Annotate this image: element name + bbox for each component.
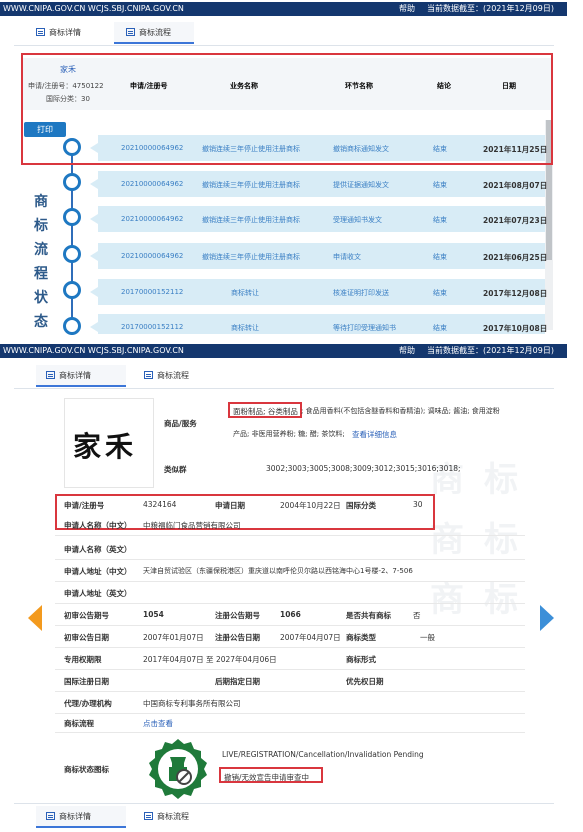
divider <box>55 691 525 692</box>
intl-reg-date-label: 国际注册日期 <box>64 677 109 686</box>
data-date: 当前数据截至：(2021年12月09日) <box>427 346 554 355</box>
reg-pub-no-label: 注册公告期号 <box>215 611 260 620</box>
divider <box>55 559 525 560</box>
reg-pub-no-value: 1066 <box>280 610 301 619</box>
help-link[interactable]: 帮助 <box>399 344 415 358</box>
timeline-node <box>63 245 81 263</box>
agent-value: 中国商标专利事务所有限公司 <box>143 699 241 708</box>
goods-list: ; 食品用香料(不包括含醚香料和香精油); 调味品; 酱油; 食用淀粉 <box>301 407 500 415</box>
status-en: LIVE/REGISTRATION/Cancellation/Invalidat… <box>222 750 424 759</box>
list-icon <box>144 371 153 379</box>
divider <box>55 732 525 733</box>
trademark-image: 家禾 <box>64 398 154 488</box>
divider <box>55 669 525 670</box>
divider <box>14 45 554 46</box>
tab-trademark-flow[interactable]: 商标流程 <box>114 22 194 44</box>
divider <box>14 803 554 804</box>
status-badge-icon <box>146 737 210 801</box>
divider <box>55 647 525 648</box>
intl-class-label: 国际分类 <box>346 501 376 510</box>
exclusive-label: 专用权期限 <box>64 655 102 664</box>
timeline-node <box>63 208 81 226</box>
tab-trademark-detail[interactable]: 商标详情 <box>36 365 126 387</box>
applicant-cn-value: 中粮福临门食品营销有限公司 <box>143 521 241 530</box>
highlight-box <box>228 402 302 418</box>
divider <box>55 603 525 604</box>
flow-row: 20170000152112 商标转让 核准证明打印发送 结束 2017年12月08日 <box>90 279 547 305</box>
site-url[interactable]: WWW.CNIPA.GOV.CN WCJS.SBJ.CNIPA.GOV.CN <box>3 2 184 16</box>
divider <box>55 581 525 582</box>
divider <box>55 713 525 714</box>
applicant-cn-label: 申请人名称（中文） <box>64 521 132 530</box>
flow-label: 商标流程 <box>64 719 94 728</box>
list-icon <box>144 812 153 820</box>
list-icon <box>36 28 45 36</box>
prelim-date-label: 初审公告日期 <box>64 633 109 642</box>
apply-date-value: 2004年10月22日 <box>280 501 341 510</box>
similar-group-label: 类似群 <box>164 465 187 474</box>
flow-row: 20210000064962 撤销连续三年停止使用注册商标 提供证据通知发文 结束 20… <box>90 171 547 197</box>
goods-detail-link[interactable]: 查看详细信息 <box>352 429 397 440</box>
list-icon <box>46 812 55 820</box>
prelim-date-value: 2007年01月07日 <box>143 633 204 642</box>
tab-bar: 商标详情 商标流程 <box>14 22 554 44</box>
divider <box>55 535 525 536</box>
reg-no-label: 申请/注册号 <box>64 501 105 510</box>
goods-list: 产品; 非医用营养粉; 糖; 醋; 茶饮料; <box>233 430 345 438</box>
tab-bar: 商标详情 商标流程 <box>14 365 554 387</box>
later-date-label: 后期指定日期 <box>215 677 260 686</box>
timeline-node <box>63 281 81 299</box>
reg-no-value: 4324164 <box>143 500 177 509</box>
prelim-no-value: 1054 <box>143 610 164 619</box>
list-icon <box>126 28 135 36</box>
timeline-node <box>63 173 81 191</box>
highlight-box <box>219 767 323 783</box>
tab-trademark-detail[interactable]: 商标详情 <box>36 806 126 828</box>
type-label: 商标类型 <box>346 633 376 642</box>
flow-status-side-label: 商 标 流 程 状 态 <box>34 194 48 330</box>
flow-row: 20170000152112 商标转让 等待打印受理通知书 结束 2017年10月08日 <box>90 314 547 334</box>
prelim-no-label: 初审公告期号 <box>64 611 109 620</box>
flow-row: 20210000064962 撤销连续三年停止使用注册商标 申请收文 结束 2021年0… <box>90 243 547 269</box>
tab-trademark-detail[interactable]: 商标详情 <box>36 22 116 44</box>
intl-class-value: 30 <box>413 500 423 509</box>
flow-row: 20210000064962 撤销连续三年停止使用注册商标 受理通知书发文 结束 202… <box>90 206 547 232</box>
tab-bar: 商标详情 商标流程 <box>14 806 554 828</box>
next-arrow-icon[interactable] <box>540 605 554 631</box>
reg-pub-date-label: 注册公告日期 <box>215 633 260 642</box>
reg-pub-date-value: 2007年04月07日 <box>280 633 341 642</box>
agent-label: 代理/办理机构 <box>64 699 112 708</box>
list-icon <box>46 371 55 379</box>
help-link[interactable]: 帮助 <box>399 2 415 16</box>
exclusive-value: 2017年04月07日 至 2027年04月06日 <box>143 655 277 664</box>
prev-arrow-icon[interactable] <box>28 605 42 631</box>
divider <box>55 625 525 626</box>
form-label: 商标形式 <box>346 655 376 664</box>
shared-label: 是否共有商标 <box>346 611 391 620</box>
shared-value: 否 <box>413 611 421 620</box>
highlight-box <box>21 53 553 165</box>
applicant-en-label: 申请人名称（英文） <box>64 545 132 554</box>
data-date: 当前数据截至：(2021年12月09日) <box>427 4 554 13</box>
top-bar: WWW.CNIPA.GOV.CN WCJS.SBJ.CNIPA.GOV.CN 帮… <box>0 2 567 16</box>
timeline-node <box>63 317 81 335</box>
type-value: 一般 <box>420 633 435 642</box>
priority-label: 优先权日期 <box>346 677 384 686</box>
address-cn-value: 天津自贸试验区（东疆保税港区）重庆道以南呼伦贝尔路以西铭海中心1号楼-2、7-5… <box>143 567 413 575</box>
similar-group-value: 3002;3003;3005;3008;3009;3012;3015;3016;… <box>266 464 461 473</box>
tab-trademark-flow[interactable]: 商标流程 <box>144 365 224 387</box>
address-en-label: 申请人地址（英文） <box>64 589 132 598</box>
status-icon-label: 商标状态图标 <box>64 765 109 774</box>
goods-label: 商品/服务 <box>164 419 197 428</box>
apply-date-label: 申请日期 <box>215 501 245 510</box>
address-cn-label: 申请人地址（中文） <box>64 567 132 576</box>
tab-trademark-flow[interactable]: 商标流程 <box>144 806 224 828</box>
top-bar: WWW.CNIPA.GOV.CN WCJS.SBJ.CNIPA.GOV.CN 帮… <box>0 344 567 358</box>
site-url[interactable]: WWW.CNIPA.GOV.CN WCJS.SBJ.CNIPA.GOV.CN <box>3 344 184 358</box>
flow-link[interactable]: 点击查看 <box>143 718 173 729</box>
divider <box>14 388 554 389</box>
